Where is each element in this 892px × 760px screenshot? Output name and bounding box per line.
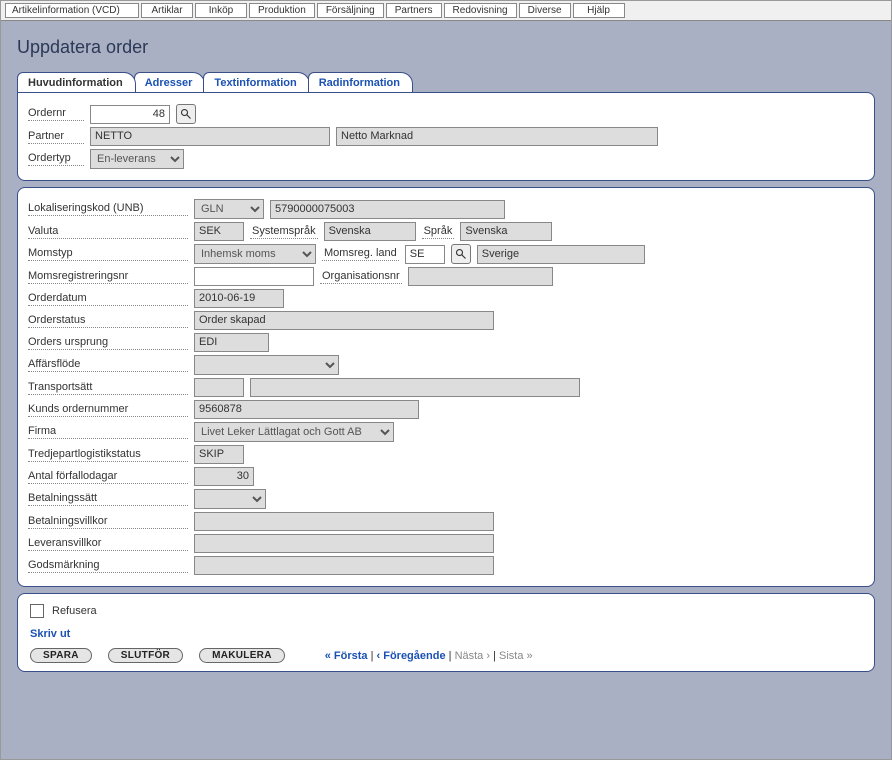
magnifier-icon (455, 248, 467, 260)
orgnr-field (408, 267, 553, 286)
pager-prev[interactable]: ‹ Föregående (377, 650, 446, 662)
firma-select[interactable]: Livet Leker Lättlagat och Gott AB (194, 422, 394, 442)
orderstatus-field: Order skapad (194, 311, 494, 330)
momstyp-label: Momstyp (28, 247, 188, 261)
tredjepart-label: Tredjepartlogistikstatus (28, 448, 188, 462)
partner-label: Partner (28, 130, 84, 144)
orderstatus-label: Orderstatus (28, 314, 188, 328)
slutfor-button[interactable]: SLUTFÖR (108, 648, 183, 663)
betsatt-select[interactable] (194, 489, 266, 509)
kundord-label: Kunds ordernummer (28, 403, 188, 417)
levvillkor-field[interactable] (194, 534, 494, 553)
momsreg-land-field[interactable]: SE (405, 245, 445, 264)
skrivut-link[interactable]: Skriv ut (30, 628, 862, 640)
ordernr-input[interactable]: 48 (90, 105, 170, 124)
godsmark-label: Godsmärkning (28, 559, 188, 573)
unb-label: Lokaliseringskod (UNB) (28, 202, 188, 216)
ordertyp-select[interactable]: En-leverans (90, 149, 184, 169)
magnifier-icon (180, 108, 192, 120)
betsatt-label: Betalningssätt (28, 492, 188, 506)
firma-label: Firma (28, 425, 188, 439)
betvillkor-field[interactable] (194, 512, 494, 531)
ursprung-label: Orders ursprung (28, 336, 188, 350)
partner-name-field: Netto Marknad (336, 127, 658, 146)
godsmark-field[interactable] (194, 556, 494, 575)
tab-adresser[interactable]: Adresser (134, 72, 206, 92)
tab-textinformation[interactable]: Textinformation (203, 72, 309, 92)
momsreg-land-lookup-button[interactable] (451, 244, 471, 264)
momsreg-land-label: Momsreg. land (322, 247, 399, 261)
ordertyp-label: Ordertyp (28, 152, 84, 166)
affarsflode-label: Affärsflöde (28, 358, 188, 372)
ordernr-lookup-button[interactable] (176, 104, 196, 124)
refusera-checkbox[interactable] (30, 604, 44, 618)
pager: « Första | ‹ Föregående | Nästa › | Sist… (325, 650, 533, 662)
ordernr-label: Ordernr (28, 107, 84, 121)
syssprak-label: Systemspråk (250, 225, 318, 239)
orgnr-label: Organisationsnr (320, 270, 402, 284)
tredjepart-field: SKIP (194, 445, 244, 464)
valuta-field[interactable]: SEK (194, 222, 244, 241)
menu-partners[interactable]: Partners (386, 3, 442, 18)
unb-type-select[interactable]: GLN (194, 199, 264, 219)
momsreg-land-name-field: Sverige (477, 245, 645, 264)
momsregnr-input[interactable] (194, 267, 314, 286)
page-title: Uppdatera order (17, 37, 875, 58)
betvillkor-label: Betalningsvillkor (28, 515, 188, 529)
panel-details: Lokaliseringskod (UNB) GLN 5790000075003… (17, 187, 875, 587)
menu-forsaljning[interactable]: Försäljning (317, 3, 384, 18)
transport-code-field[interactable] (194, 378, 244, 397)
makulera-button[interactable]: MAKULERA (199, 648, 285, 663)
spara-button[interactable]: SPARA (30, 648, 92, 663)
kundord-field[interactable]: 9560878 (194, 400, 419, 419)
levvillkor-label: Leveransvillkor (28, 537, 188, 551)
panel-basic: Ordernr 48 Partner NETTO Netto Marknad O… (17, 92, 875, 181)
main-menubar: Artikelinformation (VCD) Artiklar Inköp … (1, 1, 891, 21)
menu-produktion[interactable]: Produktion (249, 3, 315, 18)
momsregnr-label: Momsregistreringsnr (28, 270, 188, 284)
tab-radinformation[interactable]: Radinformation (308, 72, 413, 92)
syssprak-field: Svenska (324, 222, 416, 241)
pager-next: Nästa › (455, 650, 490, 662)
forfall-field[interactable]: 30 (194, 467, 254, 486)
unb-value-field[interactable]: 5790000075003 (270, 200, 505, 219)
menu-diverse[interactable]: Diverse (519, 3, 571, 18)
menu-artiklar[interactable]: Artiklar (141, 3, 193, 18)
tab-bar: Huvudinformation Adresser Textinformatio… (17, 72, 875, 92)
sprak-label: Språk (422, 225, 455, 239)
forfall-label: Antal förfallodagar (28, 470, 188, 484)
pager-first[interactable]: « Första (325, 650, 368, 662)
panel-footer: Refusera Skriv ut SPARA SLUTFÖR MAKULERA… (17, 593, 875, 672)
transport-name-field (250, 378, 580, 397)
refusera-label: Refusera (50, 605, 99, 618)
menu-redovisning[interactable]: Redovisning (444, 3, 517, 18)
momstyp-select[interactable]: Inhemsk moms (194, 244, 316, 264)
menu-artikelinfo[interactable]: Artikelinformation (VCD) (5, 3, 139, 18)
pager-last: Sista » (499, 650, 533, 662)
sprak-field: Svenska (460, 222, 552, 241)
tab-huvudinformation[interactable]: Huvudinformation (17, 72, 136, 92)
orderdatum-label: Orderdatum (28, 292, 188, 306)
ursprung-field: EDI (194, 333, 269, 352)
orderdatum-field[interactable]: 2010-06-19 (194, 289, 284, 308)
affarsflode-select[interactable] (194, 355, 339, 375)
partner-code-field[interactable]: NETTO (90, 127, 330, 146)
transport-label: Transportsätt (28, 381, 188, 395)
menu-hjalp[interactable]: Hjälp (573, 3, 625, 18)
menu-inkop[interactable]: Inköp (195, 3, 247, 18)
valuta-label: Valuta (28, 225, 188, 239)
